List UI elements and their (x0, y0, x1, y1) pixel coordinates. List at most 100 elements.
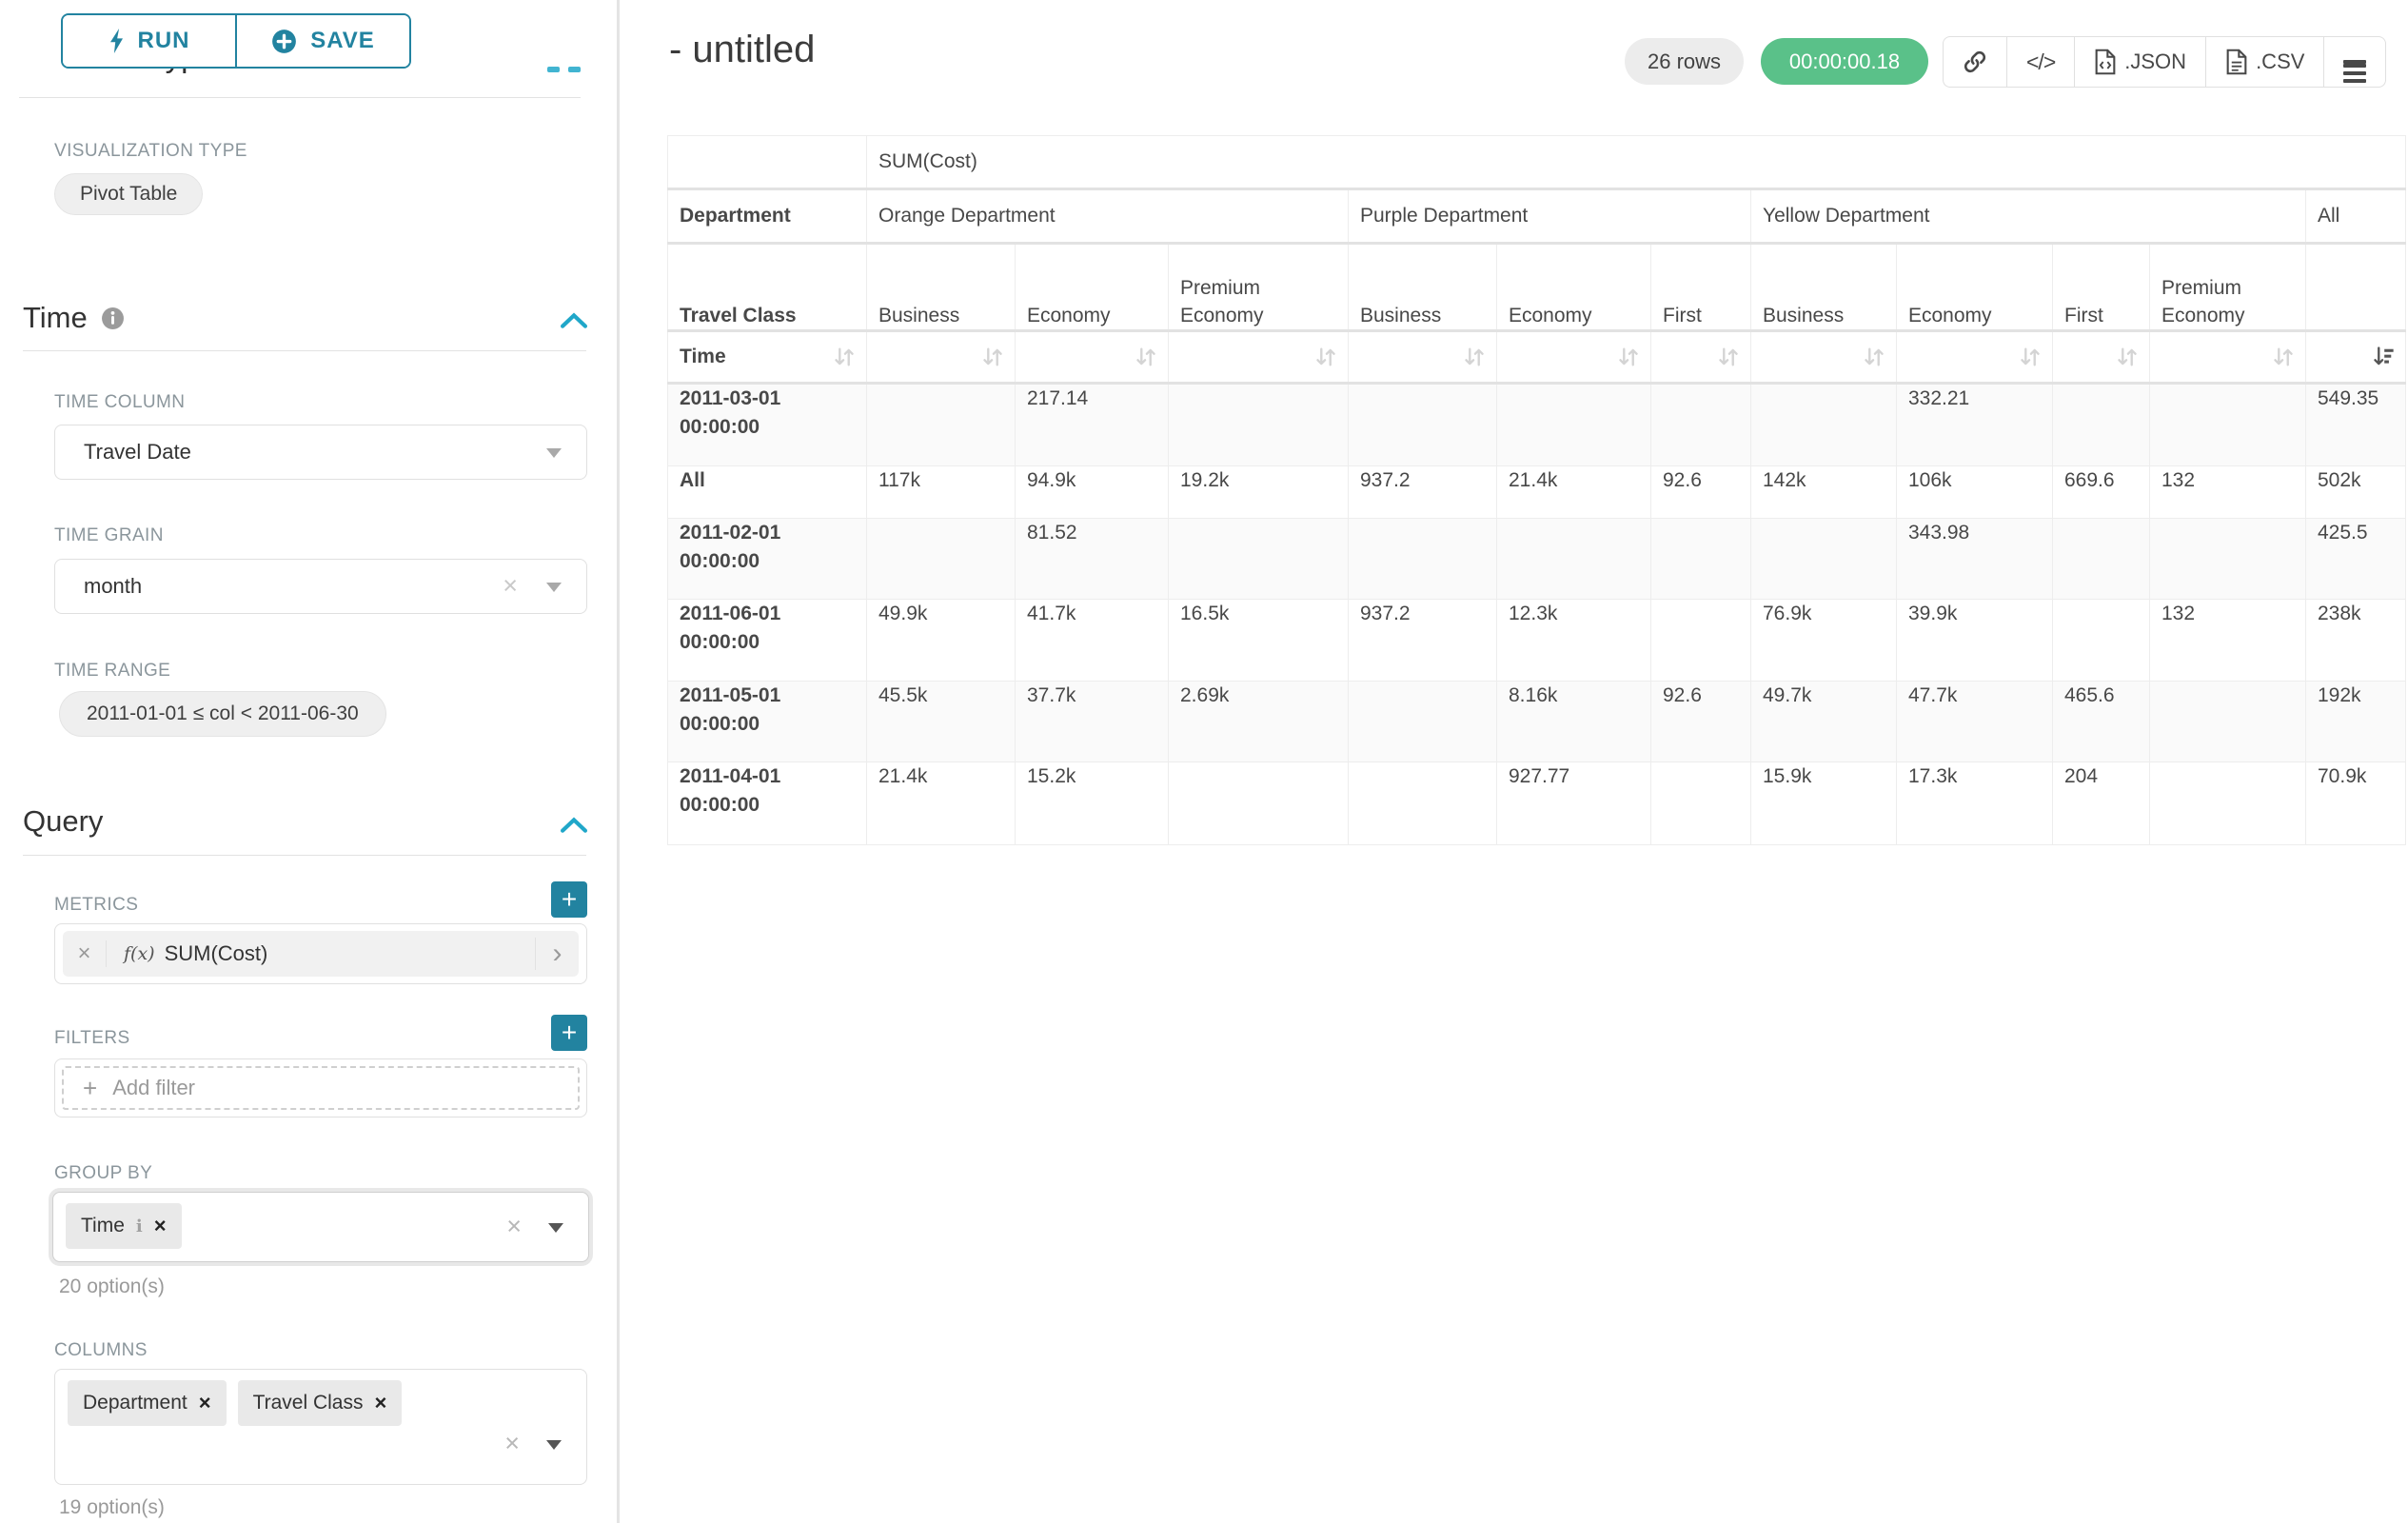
sort-header[interactable] (2150, 331, 2306, 384)
run-save-button-group: RUN SAVE (61, 13, 411, 69)
time-grain-value: month (84, 574, 142, 599)
cell (1651, 519, 1751, 600)
copy-link-button[interactable] (1944, 37, 2006, 87)
sort-descending-icon (2371, 345, 2396, 369)
group-by-label: GROUP BY (54, 1163, 152, 1184)
department-group-header: Orange Department (867, 189, 1349, 244)
group-by-select[interactable]: Time i × × (52, 1192, 589, 1262)
columns-tag[interactable]: Department × (68, 1380, 227, 1426)
divider (23, 855, 586, 856)
department-group-header: All (2306, 189, 2406, 244)
cell (1651, 384, 1751, 466)
time-column-select[interactable]: Travel Date (54, 425, 587, 480)
info-icon[interactable] (101, 307, 125, 330)
plus-icon: + (562, 1018, 577, 1048)
chevron-down-icon (548, 1223, 563, 1233)
save-button[interactable]: SAVE (235, 15, 409, 67)
sort-header[interactable] (1169, 331, 1349, 384)
cell: 92.6 (1651, 466, 1751, 519)
add-metric-button[interactable]: + (551, 881, 587, 918)
columns-tag[interactable]: Travel Class × (238, 1380, 403, 1426)
cell (1169, 519, 1349, 600)
sort-header[interactable] (1016, 331, 1169, 384)
table-row: 2011-04-01 00:00:00 21.4k 15.2k 927.77 1… (668, 762, 2406, 845)
time-range-pill[interactable]: 2011-01-01 ≤ col < 2011-06-30 (59, 691, 386, 737)
travel-class-header: Economy (1497, 244, 1651, 331)
travel-class-header-empty (2306, 244, 2406, 331)
hamburger-icon (2343, 60, 2366, 64)
export-json-button[interactable]: .JSON (2074, 37, 2205, 87)
clear-icon[interactable]: × (504, 1429, 520, 1458)
cell: 343.98 (1897, 519, 2053, 600)
travel-class-header: Premium Economy (2150, 244, 2306, 331)
run-button-label: RUN (138, 28, 190, 54)
cell: 549.35 (2306, 384, 2406, 466)
sort-header[interactable] (2053, 331, 2150, 384)
sort-header[interactable] (1651, 331, 1751, 384)
cell: 76.9k (1751, 600, 1897, 682)
time-column-value: Travel Date (84, 440, 191, 465)
sort-header-active[interactable] (2306, 331, 2406, 384)
visualization-type-pill[interactable]: Pivot Table (54, 173, 203, 215)
sort-header[interactable] (1751, 331, 1897, 384)
collapse-time-section-chevron-up-icon[interactable] (560, 312, 590, 331)
time-range-label: TIME RANGE (54, 661, 170, 682)
run-button[interactable]: RUN (63, 15, 235, 67)
add-filter-button[interactable]: + Add filter (62, 1066, 580, 1110)
travel-class-header: Business (1349, 244, 1497, 331)
save-button-label: SAVE (310, 28, 375, 54)
group-by-options-count: 20 option(s) (59, 1276, 165, 1298)
table-row: 2011-06-01 00:00:00 49.9k 41.7k 16.5k 93… (668, 600, 2406, 682)
department-axis-header: Department (668, 189, 867, 244)
row-label: 2011-06-01 00:00:00 (668, 600, 867, 682)
metric-pill[interactable]: × f(x) SUM(Cost) › (63, 931, 579, 977)
sort-icon (832, 345, 857, 369)
travel-class-axis-header: Travel Class (668, 244, 867, 331)
cell (2150, 762, 2306, 845)
clear-icon[interactable]: × (503, 571, 518, 601)
sort-icon (2115, 345, 2140, 369)
remove-tag-icon[interactable]: × (375, 1391, 387, 1415)
cell: 21.4k (1497, 466, 1651, 519)
corner-cell (668, 136, 867, 189)
remove-tag-icon[interactable]: × (154, 1214, 167, 1238)
cell: 16.5k (1169, 600, 1349, 682)
collapse-query-section-chevron-up-icon[interactable] (560, 817, 590, 836)
row-label: All (668, 466, 867, 519)
embed-code-button[interactable]: </> (2006, 37, 2074, 87)
table-row: 2011-05-01 00:00:00 45.5k 37.7k 2.69k 8.… (668, 682, 2406, 762)
cell (2053, 384, 2150, 466)
remove-tag-icon[interactable]: × (199, 1391, 211, 1415)
clear-icon[interactable]: × (506, 1212, 522, 1241)
sort-header[interactable] (867, 331, 1016, 384)
columns-select[interactable]: Department × Travel Class × × (54, 1369, 587, 1485)
time-axis-label: Time (680, 346, 726, 367)
cell (2150, 519, 2306, 600)
remove-metric-icon[interactable]: × (63, 940, 107, 967)
sort-icon (1134, 345, 1158, 369)
cell: 92.6 (1651, 682, 1751, 762)
csv-file-icon (2225, 49, 2248, 75)
query-timer-badge: 00:00:00.18 (1761, 38, 1928, 85)
menu-button[interactable] (2323, 37, 2385, 87)
sort-icon (2018, 345, 2043, 369)
info-icon[interactable]: i (136, 1216, 143, 1236)
export-csv-button[interactable]: .CSV (2205, 37, 2323, 87)
cell (1651, 762, 1751, 845)
department-group-header: Purple Department (1349, 189, 1751, 244)
cell: 41.7k (1016, 600, 1169, 682)
group-by-tag[interactable]: Time i × (66, 1203, 182, 1249)
add-filter-plus-button[interactable]: + (551, 1015, 587, 1051)
sort-icon (2271, 345, 2296, 369)
sort-header[interactable] (1349, 331, 1497, 384)
expand-metric-chevron-icon[interactable]: › (535, 938, 579, 970)
sort-header[interactable] (1497, 331, 1651, 384)
cell: 937.2 (1349, 600, 1497, 682)
cell: 19.2k (1169, 466, 1349, 519)
chart-title[interactable]: - untitled (669, 29, 815, 71)
time-sort-header[interactable]: Time (668, 331, 867, 384)
time-grain-select[interactable]: month × (54, 559, 587, 614)
sort-header[interactable] (1897, 331, 2053, 384)
cell: 49.7k (1751, 682, 1897, 762)
cell (1349, 762, 1497, 845)
